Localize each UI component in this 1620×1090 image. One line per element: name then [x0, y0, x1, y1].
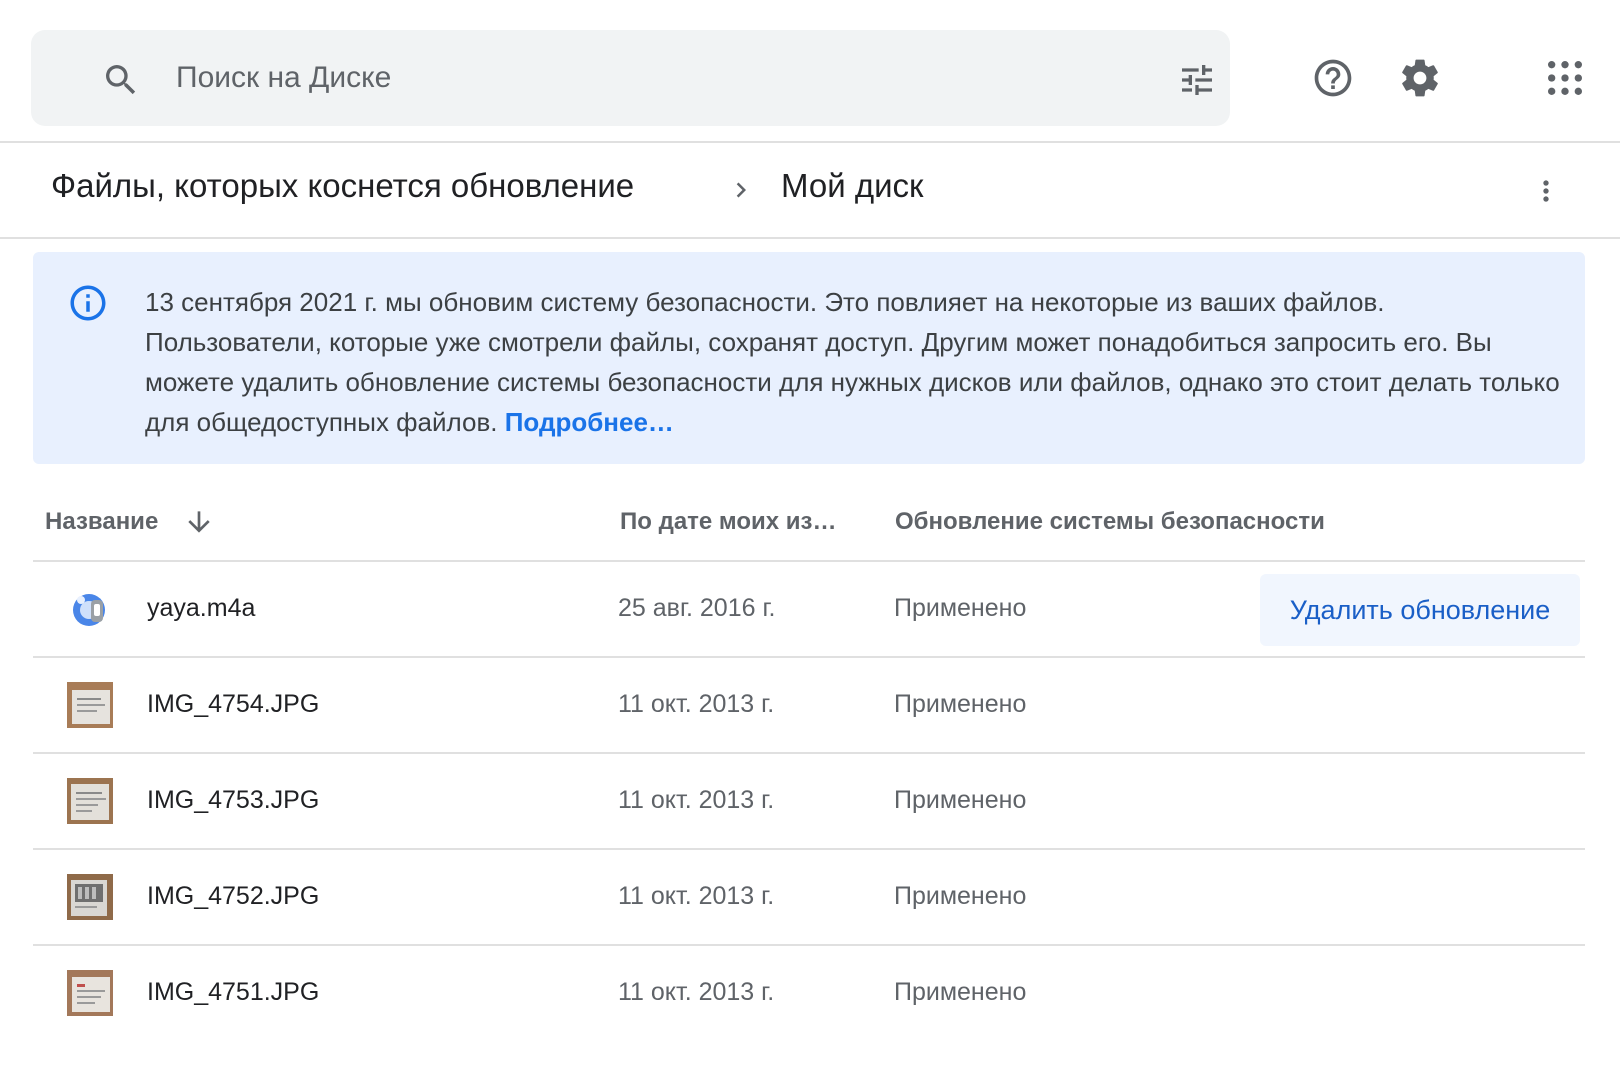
file-name[interactable]: IMG_4754.JPG — [147, 690, 319, 719]
gear-icon — [1402, 59, 1438, 97]
table-header: Название По дате моих из… Обновление сис… — [33, 486, 1585, 562]
file-name[interactable]: IMG_4753.JPG — [147, 786, 319, 815]
top-bar — [0, 0, 1620, 143]
search-icon[interactable] — [101, 60, 141, 100]
file-name[interactable]: IMG_4752.JPG — [147, 882, 319, 911]
column-header-date[interactable]: По дате моих из… — [620, 508, 836, 536]
search-options-icon[interactable] — [1177, 60, 1217, 100]
file-name[interactable]: yaya.m4a — [147, 594, 255, 623]
help-icon — [1314, 59, 1352, 97]
image-thumbnail — [67, 874, 113, 920]
file-date: 25 авг. 2016 г. — [618, 594, 776, 622]
file-date: 11 окт. 2013 г. — [618, 786, 775, 814]
image-thumbnail — [67, 970, 113, 1016]
banner-message: 13 сентября 2021 г. мы обновим систему б… — [145, 282, 1565, 442]
column-header-name[interactable]: Название — [45, 508, 158, 536]
image-thumbnail — [67, 682, 113, 728]
table-row[interactable]: IMG_4754.JPG 11 окт. 2013 г. Применено — [33, 658, 1585, 754]
table-row[interactable]: yaya.m4a 25 авг. 2016 г. Применено Удали… — [33, 562, 1585, 658]
security-status: Применено — [894, 882, 1027, 910]
audio-file-icon — [73, 594, 105, 626]
table-row[interactable]: IMG_4751.JPG 11 окт. 2013 г. Применено — [33, 946, 1585, 1042]
table-row[interactable]: IMG_4752.JPG 11 окт. 2013 г. Применено — [33, 850, 1585, 946]
settings-button[interactable] — [1396, 54, 1444, 102]
banner-text: 13 сентября 2021 г. мы обновим систему б… — [145, 287, 1560, 437]
column-header-security: Обновление системы безопасности — [895, 508, 1325, 535]
more-vert-icon[interactable] — [1530, 167, 1562, 215]
image-thumbnail — [67, 778, 113, 824]
security-status: Применено — [894, 690, 1027, 718]
search-input[interactable] — [176, 52, 1076, 104]
apps-button[interactable] — [1541, 54, 1589, 102]
chevron-right-icon — [736, 182, 746, 198]
breadcrumb: Файлы, которых коснется обновление Мой д… — [0, 143, 1620, 239]
info-icon — [70, 285, 106, 321]
file-date: 11 окт. 2013 г. — [618, 690, 775, 718]
table-row[interactable]: IMG_4753.JPG 11 окт. 2013 г. Применено — [33, 754, 1585, 850]
help-button[interactable] — [1309, 54, 1357, 102]
learn-more-link[interactable]: Подробнее… — [505, 407, 674, 437]
search-bar[interactable] — [31, 30, 1230, 126]
file-date: 11 окт. 2013 г. — [618, 978, 775, 1006]
security-status: Применено — [894, 786, 1027, 814]
remove-update-button[interactable]: Удалить обновление — [1260, 574, 1580, 646]
arrow-down-icon[interactable] — [183, 506, 215, 538]
security-update-banner: 13 сентября 2021 г. мы обновим систему б… — [33, 252, 1585, 464]
security-status: Применено — [894, 978, 1027, 1006]
security-status: Применено — [894, 594, 1027, 622]
file-date: 11 окт. 2013 г. — [618, 882, 775, 910]
breadcrumb-item-my-drive: Мой диск — [781, 167, 924, 204]
file-name[interactable]: IMG_4751.JPG — [147, 978, 319, 1007]
apps-grid-icon — [1548, 61, 1582, 95]
breadcrumb-item-updates[interactable]: Файлы, которых коснется обновление — [51, 167, 634, 205]
